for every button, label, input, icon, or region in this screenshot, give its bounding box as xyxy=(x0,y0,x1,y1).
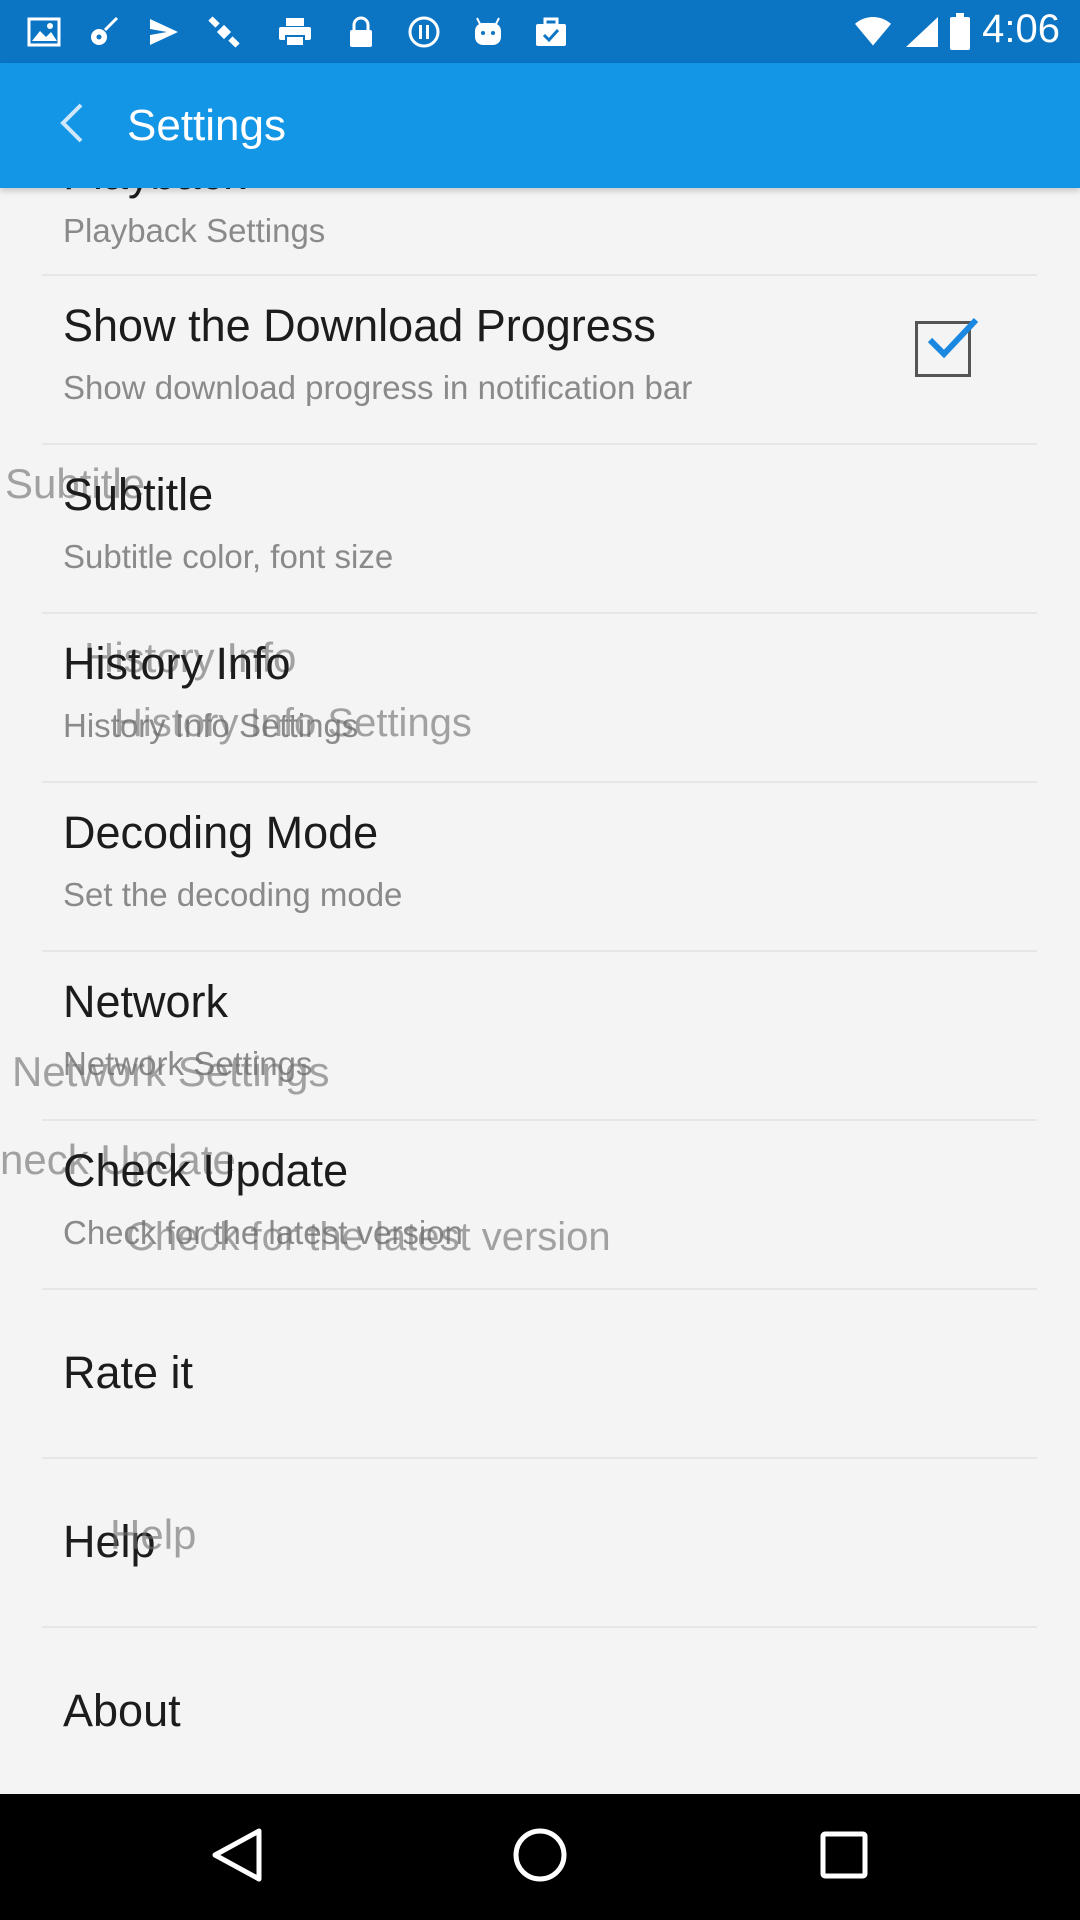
nav-back-icon xyxy=(209,1825,265,1890)
setting-summary: Show download progress in notification b… xyxy=(63,369,693,406)
signal-icon xyxy=(904,14,940,50)
setting-title: Subtitle xyxy=(63,469,214,520)
setting-title: Network xyxy=(63,976,229,1027)
nav-recents-button[interactable] xyxy=(804,1817,884,1897)
setting-title: History Info xyxy=(63,638,291,689)
back-button[interactable] xyxy=(40,88,104,163)
ghost-history-summary: History Info Settings xyxy=(114,701,472,745)
setting-title: Check Update xyxy=(63,1145,349,1196)
status-bar: 4:06 xyxy=(0,0,1080,63)
battery-icon xyxy=(948,13,972,50)
navigation-bar xyxy=(0,1794,1080,1920)
briefcase-check-icon xyxy=(533,14,569,50)
setting-title: Rate it xyxy=(63,1347,194,1398)
setting-check-update[interactable]: neck Update Check Update Check for the l… xyxy=(0,1121,1080,1289)
status-time: 4:06 xyxy=(982,7,1060,51)
setting-title: About xyxy=(63,1685,181,1736)
setting-download-progress[interactable]: Show the Download Progress Show download… xyxy=(0,276,1080,444)
nav-home-icon xyxy=(510,1825,570,1890)
setting-help[interactable]: Help Help xyxy=(0,1459,1080,1627)
setting-title: Show the Download Progress xyxy=(63,300,656,351)
ghost-network-summary: Network Settings xyxy=(12,1048,330,1095)
setting-summary: Playback Settings xyxy=(63,212,326,249)
send-icon xyxy=(146,14,182,50)
pause-icon xyxy=(406,14,442,50)
setting-about[interactable]: About xyxy=(0,1628,1080,1794)
setting-network[interactable]: Network Network Settings Network Setting… xyxy=(0,952,1080,1120)
setting-summary: Subtitle color, font size xyxy=(63,538,394,575)
guitar-icon xyxy=(86,14,122,50)
nav-home-button[interactable] xyxy=(500,1817,580,1897)
android-icon xyxy=(470,14,506,50)
download-progress-checkbox[interactable] xyxy=(915,317,979,377)
checkmark-icon xyxy=(920,310,980,375)
lock-icon xyxy=(343,14,379,50)
setting-summary: Set the decoding mode xyxy=(63,876,403,913)
satellite-icon xyxy=(206,14,242,50)
app-bar: Settings xyxy=(0,63,1080,188)
wifi-icon xyxy=(855,14,891,50)
nav-recents-icon xyxy=(818,1829,870,1886)
setting-subtitle[interactable]: Subtitle Subtitle Subtitle color, font s… xyxy=(0,445,1080,613)
ghost-check-update-summary: Check for the latest version xyxy=(126,1215,611,1259)
setting-history-info[interactable]: History Info History Info History Info S… xyxy=(0,614,1080,782)
setting-decoding-mode[interactable]: Decoding Mode Set the decoding mode xyxy=(0,783,1080,951)
setting-rate-it[interactable]: Rate it xyxy=(0,1290,1080,1458)
back-arrow-icon xyxy=(57,101,87,150)
setting-title: Decoding Mode xyxy=(63,807,379,858)
page-title: Settings xyxy=(127,101,286,150)
printer-icon xyxy=(277,14,313,50)
image-icon xyxy=(26,14,62,50)
ghost-help-text: Help xyxy=(110,1511,197,1558)
nav-back-button[interactable] xyxy=(197,1817,277,1897)
